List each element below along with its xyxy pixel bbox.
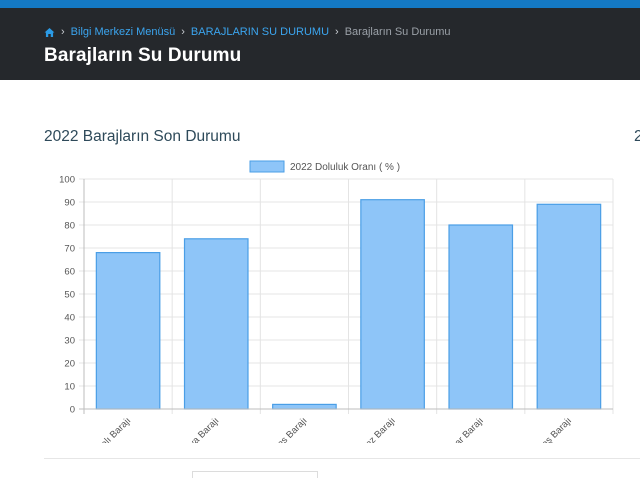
home-icon[interactable] xyxy=(44,27,55,38)
x-tick-label: Gördes Barajı xyxy=(260,415,309,443)
y-tick-label: 20 xyxy=(64,359,75,370)
main-content: 2022 Barajların Son Durumu 2 0 10 20 30 40 50… xyxy=(0,80,640,478)
y-tick-label: 40 xyxy=(64,313,75,324)
bar-1[interactable] xyxy=(95,251,161,410)
y-tick-label: 50 xyxy=(64,290,75,301)
page-title: Barajların Su Durumu xyxy=(44,45,242,66)
section-title: 2022 Barajların Son Durumu xyxy=(44,128,241,145)
next-section-box xyxy=(192,471,318,478)
chart-legend[interactable]: 2022 Doluluk Oranı ( % ) xyxy=(249,160,400,173)
bar-4[interactable] xyxy=(360,199,425,410)
breadcrumb: › Bilgi Merkezi Menüsü › BARAJLARIN SU D… xyxy=(44,25,450,39)
next-column-title-peek: 2 xyxy=(634,128,640,145)
breadcrumb-link-bilgi-merkezi[interactable]: Bilgi Merkezi Menüsü xyxy=(71,26,176,38)
y-tick-label: 100 xyxy=(59,175,75,186)
breadcrumb-separator-icon: › xyxy=(181,26,185,38)
y-tick-label: 70 xyxy=(64,244,75,255)
x-tick-label: Balçova Barajı xyxy=(170,415,221,443)
bar-5[interactable] xyxy=(448,224,514,410)
dam-fill-bar-chart: 0 10 20 30 40 50 60 70 80 90 100 Tahtalı Barajı Bal… xyxy=(59,160,614,443)
y-tick-label: 80 xyxy=(64,221,75,232)
legend-swatch xyxy=(249,160,285,173)
bar-2[interactable] xyxy=(183,238,249,410)
bar-6[interactable] xyxy=(536,203,602,410)
x-tick-label: Güzelhisar Barajı xyxy=(427,415,486,443)
breadcrumb-separator-icon: › xyxy=(335,26,339,38)
y-tick-label: 0 xyxy=(70,405,75,416)
legend-label: 2022 Doluluk Oranı ( % ) xyxy=(290,162,400,173)
y-tick-label: 90 xyxy=(64,198,75,209)
x-tick-label: Ürkmez Barajı xyxy=(347,415,397,443)
x-tick-labels: Tahtalı Barajı Balçova Barajı Gördes Baraj… xyxy=(86,415,574,443)
y-tick-label: 10 xyxy=(64,382,75,393)
x-tick-label: Alaçatı Kutlu Aktaş Barajı xyxy=(491,415,574,443)
y-tick-label: 60 xyxy=(64,267,75,278)
y-tick-label: 30 xyxy=(64,336,75,347)
breadcrumb-link-barajlarin-su-durumu[interactable]: BARAJLARIN SU DURUMU xyxy=(191,26,329,38)
page-header: › Bilgi Merkezi Menüsü › BARAJLARIN SU D… xyxy=(0,8,640,80)
top-accent-bar xyxy=(0,0,640,8)
x-tick-label: Tahtalı Barajı xyxy=(86,415,133,443)
breadcrumb-current: Barajların Su Durumu xyxy=(344,26,451,38)
y-tick-labels: 0 10 20 30 40 50 60 70 80 90 100 xyxy=(59,175,75,416)
bar-3[interactable] xyxy=(272,403,337,410)
breadcrumb-separator-icon: › xyxy=(61,26,65,38)
section-divider xyxy=(44,458,640,459)
